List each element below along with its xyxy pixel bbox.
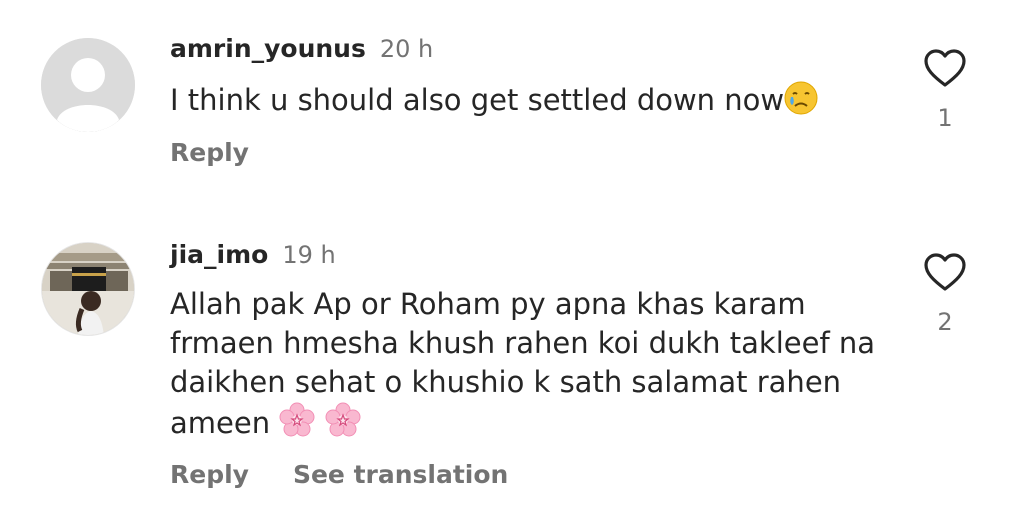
username[interactable]: jia_imo xyxy=(170,240,268,269)
heart-icon[interactable] xyxy=(923,48,967,88)
comment-item: amrin_younus 20 h I think u should also … xyxy=(0,0,1024,200)
like-count: 2 xyxy=(937,308,953,336)
timestamp: 19 h xyxy=(282,241,336,269)
profile-photo xyxy=(42,243,134,335)
comment-header: jia_imo 19 h xyxy=(170,240,336,270)
see-translation-button[interactable]: See translation xyxy=(293,460,508,489)
reply-button[interactable]: Reply xyxy=(170,460,249,489)
comment-line: daikhen sehat o khushio k sath salamat r… xyxy=(170,365,842,399)
comment-actions: Reply xyxy=(170,138,249,167)
comment-text: I think u should also get settled down n… xyxy=(170,81,890,125)
comment-line: frmaen hmesha khush rahen koi dukh takle… xyxy=(170,326,876,360)
cherry-blossom-emoji-icon xyxy=(279,402,315,448)
comment-actions: Reply See translation xyxy=(170,460,508,489)
username[interactable]: amrin_younus xyxy=(170,34,366,63)
crying-face-emoji-icon xyxy=(784,81,818,125)
comment-line: Allah pak Ap or Roham py apna khas karam xyxy=(170,287,806,321)
avatar[interactable] xyxy=(41,242,135,336)
heart-icon[interactable] xyxy=(923,252,967,292)
like-count: 1 xyxy=(937,104,953,132)
comment-item: jia_imo 19 h Allah pak Ap or Roham py ap… xyxy=(0,232,1024,529)
comment-body: I think u should also get settled down n… xyxy=(170,83,785,117)
reply-button[interactable]: Reply xyxy=(170,138,249,167)
comment-line-last: ameen xyxy=(170,402,890,448)
like-control: 1 xyxy=(920,48,970,132)
comment-text: Allah pak Ap or Roham py apna khas karam… xyxy=(170,285,890,448)
default-avatar-icon xyxy=(41,38,135,132)
like-control: 2 xyxy=(920,252,970,336)
avatar[interactable] xyxy=(41,38,135,132)
cherry-blossom-emoji-icon xyxy=(325,402,361,448)
comment-line: ameen xyxy=(170,406,271,440)
timestamp: 20 h xyxy=(379,35,434,63)
comment-header: amrin_younus 20 h xyxy=(170,34,433,64)
